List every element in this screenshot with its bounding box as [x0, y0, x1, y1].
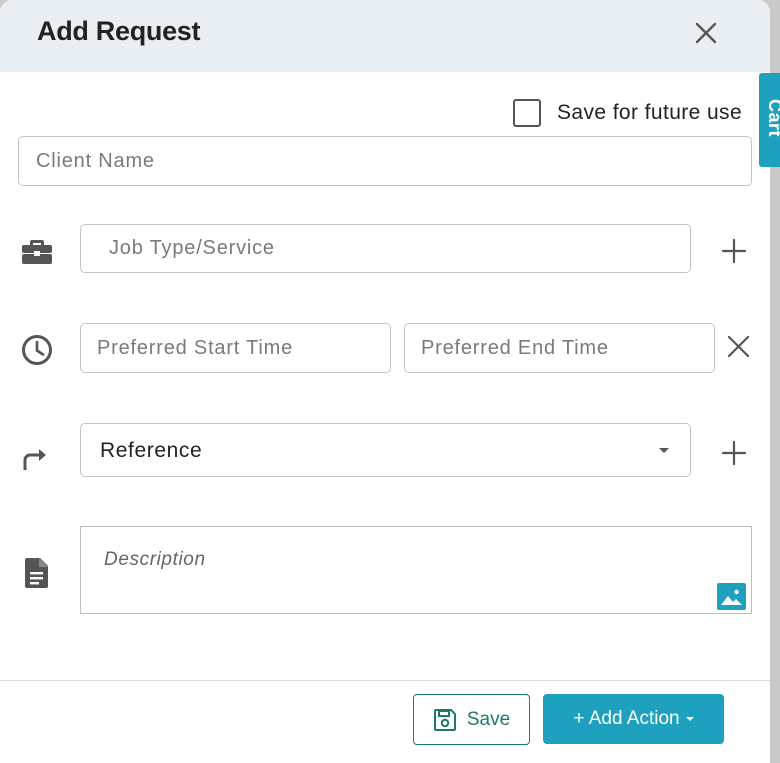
reference-selected-value: Reference [100, 439, 203, 462]
save-for-future-option[interactable]: Save for future use [513, 98, 742, 128]
add-job-type-button[interactable] [719, 236, 749, 266]
save-for-future-label: Save for future use [557, 101, 743, 124]
insert-image-button[interactable] [717, 583, 746, 610]
job-type-input[interactable] [80, 224, 691, 273]
cart-tab-label: Cart [765, 99, 780, 138]
cart-side-tab[interactable]: Cart [759, 73, 780, 167]
close-icon [695, 22, 717, 44]
close-icon [727, 335, 750, 358]
briefcase-icon [22, 240, 52, 264]
add-request-modal: Add Request Save for future use Client N… [0, 0, 770, 763]
plus-icon [721, 440, 747, 466]
reference-select[interactable]: Reference [80, 423, 691, 477]
floppy-disk-icon [433, 708, 456, 731]
plus-icon [721, 238, 747, 264]
modal-title: Add Request [37, 16, 201, 46]
add-action-label: + Add Action [573, 708, 680, 729]
footer-divider [0, 680, 770, 681]
chevron-down-icon [659, 448, 669, 453]
preferred-start-time-input[interactable] [80, 323, 391, 373]
clock-icon [22, 335, 52, 365]
modal-header: Add Request [0, 0, 770, 72]
save-for-future-checkbox[interactable] [513, 99, 541, 127]
description-textarea[interactable] [81, 527, 751, 613]
chevron-down-icon [685, 717, 694, 721]
description-box [80, 526, 752, 614]
client-name-input[interactable] [18, 136, 752, 186]
image-icon [721, 589, 742, 605]
turn-right-arrow-icon [23, 449, 46, 470]
document-icon [25, 558, 48, 588]
add-action-button[interactable]: + Add Action [543, 694, 724, 744]
close-button[interactable] [690, 17, 722, 49]
preferred-end-time-input[interactable] [404, 323, 715, 373]
save-button-label: Save [466, 708, 511, 730]
save-button[interactable]: Save [413, 694, 530, 745]
add-reference-button[interactable] [719, 438, 749, 468]
clear-time-button[interactable] [724, 332, 754, 362]
